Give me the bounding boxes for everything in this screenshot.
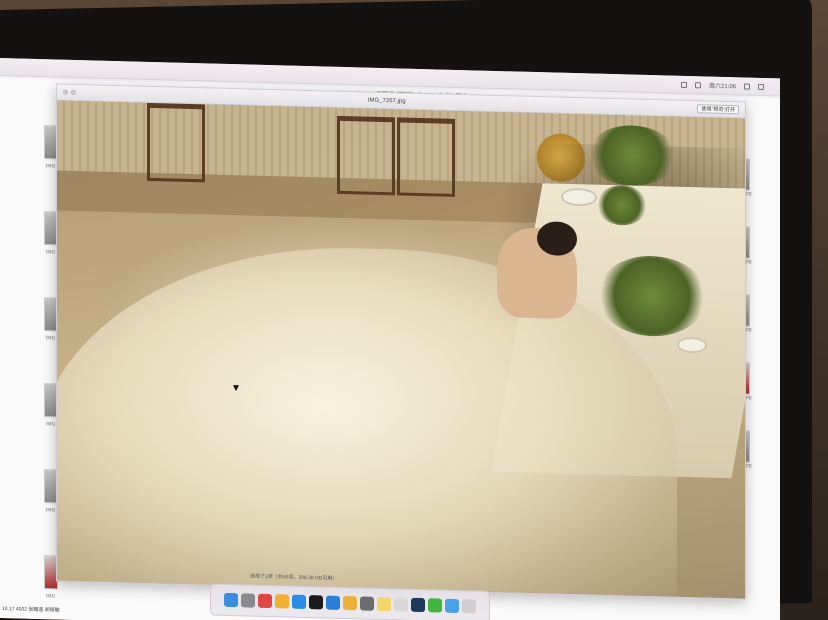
trash-icon[interactable] <box>462 599 476 614</box>
mouse-cursor-icon <box>233 385 239 392</box>
photo-chair <box>337 115 395 196</box>
menubar-clock[interactable]: 周六21:06 <box>709 81 736 91</box>
battery-icon[interactable] <box>694 81 701 88</box>
file-thumbnail[interactable]: IMG <box>0 118 62 206</box>
photo-flowers <box>597 184 647 226</box>
file-thumbnail[interactable]: IMG <box>0 290 62 378</box>
close-button[interactable] <box>63 89 68 95</box>
quicklook-preview-window: IMG_7267.jpg 使用"预览"打开 <box>56 83 746 600</box>
file-name-label: IMG <box>46 421 56 428</box>
file-name-label: IMG <box>46 249 56 256</box>
launchpad-icon[interactable] <box>241 593 255 608</box>
spotlight-icon[interactable] <box>744 82 750 90</box>
downloads-icon[interactable] <box>445 598 459 614</box>
screen: 周六21:06 IMGIMGIMGIMGIMGIMG IMG.jpgIMG.jp… <box>0 58 780 620</box>
photoshop-icon[interactable] <box>411 597 425 613</box>
calendar-icon[interactable] <box>258 593 272 609</box>
file-name-label: IMG <box>46 507 56 514</box>
notification-center-icon[interactable] <box>758 83 764 90</box>
photo-cup <box>677 336 707 354</box>
open-with-preview-button[interactable]: 使用"预览"打开 <box>697 104 739 115</box>
settings-icon[interactable] <box>360 596 374 611</box>
file-thumbnail[interactable]: IMG <box>0 376 62 464</box>
photos-icon[interactable] <box>275 594 289 609</box>
photo-bride-hair <box>537 221 577 257</box>
wechat-icon[interactable] <box>428 598 442 613</box>
dock <box>210 583 490 620</box>
file-thumbnail[interactable]: IMG <box>0 462 62 550</box>
finder-thumbnail-column-left: IMG IMG IMG IMG IMG IMG <box>0 118 62 620</box>
wedding-photo <box>57 100 745 599</box>
file-name-label: IMG <box>46 593 56 600</box>
file-thumbnail[interactable]: IMG <box>0 204 62 292</box>
photo-chair <box>397 117 455 197</box>
qq-icon[interactable] <box>309 595 323 610</box>
file-name-label: IMG <box>46 163 56 170</box>
finder-icon[interactable] <box>224 592 238 608</box>
photo-console-table <box>147 102 205 183</box>
safari-icon[interactable] <box>292 594 306 610</box>
notes-icon[interactable] <box>377 596 391 612</box>
preview-icon[interactable] <box>394 597 408 612</box>
file-name-label: IMG <box>46 335 56 342</box>
wifi-icon[interactable] <box>680 81 687 88</box>
chrome-icon[interactable] <box>343 595 357 611</box>
app-store-icon[interactable] <box>326 595 340 610</box>
window-controls <box>63 89 76 95</box>
